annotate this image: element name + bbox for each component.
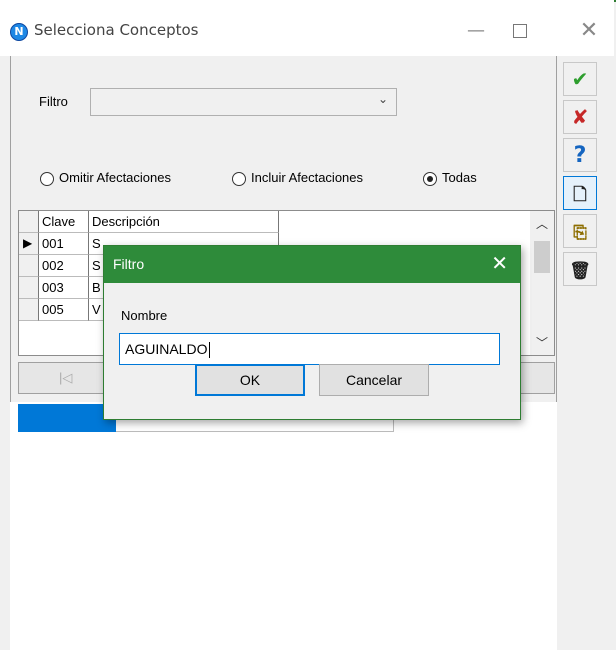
cell-clave[interactable]: 003 [39, 277, 89, 299]
ok-button[interactable]: OK [195, 364, 305, 396]
row-indicator [19, 255, 39, 277]
grid-vertical-scrollbar[interactable]: ︿ ﹀ [530, 211, 554, 355]
row-indicator [19, 299, 39, 321]
dialog-title-bar: Filtro ✕ [104, 246, 520, 283]
radio-label: Todas [442, 170, 477, 185]
nombre-label: Nombre [121, 308, 168, 323]
radio-circle [40, 172, 54, 186]
cell-clave[interactable]: 002 [39, 255, 89, 277]
dialog-close-button[interactable]: ✕ [491, 251, 508, 275]
cancel-button[interactable]: ✘ [563, 100, 597, 134]
column-header-descripcion[interactable]: Descripción [89, 211, 279, 233]
new-button[interactable]: 🗋 [563, 176, 597, 210]
grid-corner [19, 211, 39, 233]
radio-circle [232, 172, 246, 186]
help-button[interactable]: ? [563, 138, 597, 172]
filtro-dialog: Filtro ✕ Nombre AGUINALDO OK Cancelar [103, 245, 521, 420]
trash-icon: 🗑 [569, 261, 591, 281]
cell-clave[interactable]: 005 [39, 299, 89, 321]
column-header-clave[interactable]: Clave [39, 211, 89, 233]
accept-button[interactable]: ✔ [563, 62, 597, 96]
radio-dot [427, 176, 433, 182]
delete-button[interactable]: 🗑 [563, 252, 597, 286]
first-record-button[interactable]: |◁ [59, 370, 72, 386]
scroll-up-icon[interactable]: ︿ [530, 215, 554, 232]
copy-document-icon: ⎘ [573, 223, 587, 243]
window-title: Selecciona Conceptos [34, 21, 199, 39]
dialog-title: Filtro [113, 256, 145, 272]
cell-clave[interactable]: 001 [39, 233, 89, 255]
title-bar: N Selecciona Conceptos — ✕ [0, 0, 614, 56]
radio-circle [423, 172, 437, 186]
filter-combobox[interactable]: ⌄ [90, 88, 397, 116]
app-logo-icon: N [10, 23, 28, 41]
radio-label: Incluir Afectaciones [251, 170, 364, 185]
copy-button[interactable]: ⎘ [563, 214, 597, 248]
nombre-input[interactable]: AGUINALDO [119, 333, 500, 365]
action-toolbar: ✔ ✘ ? 🗋 ⎘ 🗑 [557, 56, 616, 650]
checkmark-icon: ✔ [571, 67, 589, 91]
radio-label: Omitir Afectaciones [59, 170, 171, 185]
cancelar-button[interactable]: Cancelar [319, 364, 429, 396]
scroll-thumb[interactable] [534, 241, 550, 273]
close-window-button[interactable]: ✕ [569, 17, 609, 45]
maximize-icon [513, 23, 527, 38]
new-document-icon: 🗋 [573, 185, 587, 205]
chevron-down-icon: ⌄ [377, 92, 388, 106]
scroll-down-icon[interactable]: ﹀ [530, 334, 554, 351]
filter-label: Filtro [39, 94, 68, 109]
current-row-arrow-icon: ▶ [23, 236, 33, 250]
nombre-value: AGUINALDO [125, 341, 208, 357]
cancel-x-icon: ✘ [571, 105, 589, 129]
text-caret [209, 342, 211, 359]
help-question-icon: ? [573, 143, 587, 168]
row-indicator [19, 277, 39, 299]
detail-panel [10, 402, 557, 650]
minimize-button[interactable]: — [456, 17, 496, 45]
row-indicator: ▶ [19, 233, 39, 255]
progress-bar-fill [18, 404, 116, 432]
maximize-button[interactable] [500, 17, 540, 45]
